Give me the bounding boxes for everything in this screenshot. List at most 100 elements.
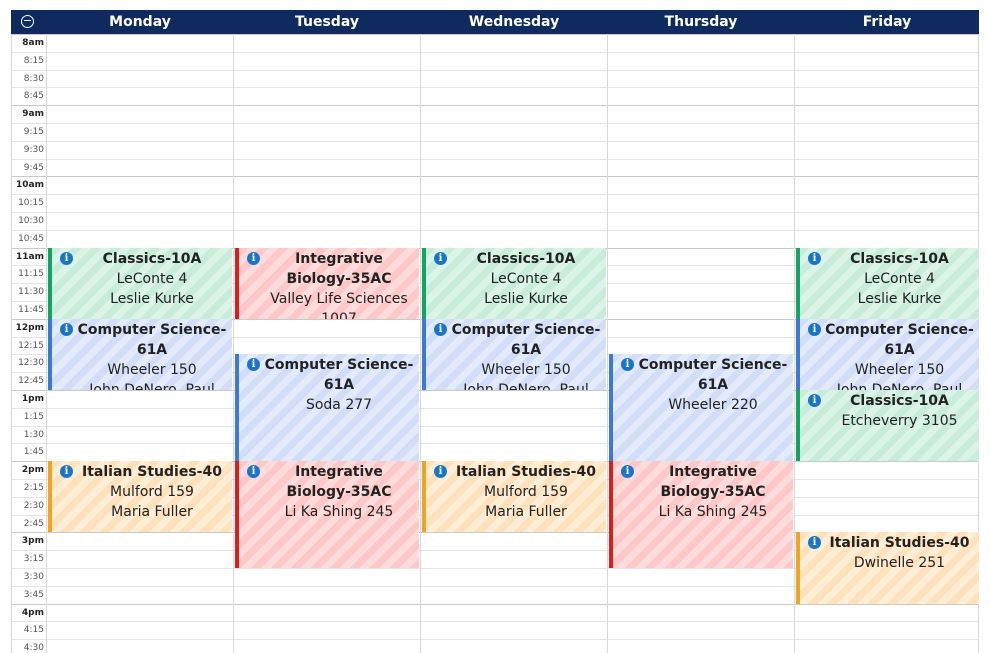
course-event[interactable]: i Computer Science-61A Soda 277 (235, 354, 419, 462)
time-label: 3:30 (23, 572, 44, 582)
time-slot-row[interactable]: 10:15 (11, 194, 979, 212)
course-event[interactable]: i Computer Science-61A Wheeler 150 John DeN… (796, 318, 979, 390)
event-detail: Leslie Kurke (484, 290, 568, 307)
info-icon[interactable]: i (60, 465, 73, 479)
time-label: 10:45 (18, 233, 44, 244)
time-label: 1:45 (23, 447, 44, 458)
day-header-friday: Friday (862, 14, 912, 30)
info-icon[interactable]: i (808, 394, 821, 407)
event-detail: Mulford 159 (484, 484, 568, 501)
time-label: 12:30 (18, 358, 44, 369)
grid-left-border (11, 34, 12, 653)
info-icon[interactable]: i (247, 251, 260, 265)
info-icon[interactable]: i (621, 465, 634, 479)
time-slot-row[interactable]: 10am (11, 176, 979, 194)
time-label: 8:45 (23, 91, 44, 102)
event-title: Computer Science-61A (451, 321, 601, 358)
course-event[interactable]: i Computer Science-61A Wheeler 150 John DeN… (48, 318, 232, 390)
time-label: 1:30 (23, 429, 44, 440)
event-title: Italian Studies-40 (82, 464, 222, 481)
time-slot-row[interactable]: 9:30 (11, 140, 979, 159)
column-divider (233, 34, 234, 653)
time-slot-row[interactable]: 10:30 (11, 212, 979, 230)
time-label: 2:30 (23, 500, 44, 511)
time-label: 11:30 (18, 287, 44, 298)
event-title: Italian Studies-40 (829, 535, 970, 552)
time-label: 2pm (21, 465, 44, 476)
time-slot-row[interactable]: 8:15 (11, 51, 979, 70)
time-label: 8am (22, 38, 44, 48)
course-event[interactable]: i Integrative Biology-35AC Li Ka Shing 245 (609, 461, 793, 568)
course-event[interactable]: i Computer Science-61A Wheeler 150 John DeN… (422, 318, 606, 390)
event-detail: Li Ka Shing 245 (284, 504, 394, 521)
info-icon[interactable]: i (434, 322, 447, 336)
course-event[interactable]: i Italian Studies-40 Mulford 159 Maria Full… (422, 461, 606, 533)
time-label: 4:30 (23, 643, 44, 653)
event-detail: Wheeler 150 (481, 361, 571, 378)
event-detail: Maria Fuller (111, 504, 193, 521)
course-event[interactable]: i Classics-10A Etcheverry 3105 (796, 390, 979, 462)
time-label: 10:30 (18, 216, 44, 226)
day-header-tuesday: Tuesday (295, 14, 359, 30)
time-label: 10am (16, 180, 44, 191)
column-divider (794, 34, 795, 653)
time-label: 12pm (15, 322, 44, 333)
time-label: 3:45 (23, 589, 44, 600)
event-detail: Mulford 159 (110, 484, 194, 501)
event-detail: Wheeler 220 (668, 397, 758, 414)
course-event[interactable]: i Classics-10A LeConte 4 Leslie Kurke (796, 247, 979, 319)
course-event[interactable]: i Integrative Biology-35AC Valley Life Sci… (235, 247, 419, 319)
event-detail: Dwinelle 251 (853, 555, 946, 572)
info-icon[interactable]: i (808, 322, 821, 336)
time-label: 9:45 (23, 162, 44, 173)
time-label: 4pm (21, 607, 44, 618)
time-label: 1pm (21, 394, 44, 404)
info-icon[interactable]: i (60, 322, 73, 336)
time-label: 3pm (21, 536, 44, 547)
event-title: Integrative Biology-35AC (286, 250, 392, 287)
course-event[interactable]: i Integrative Biology-35AC Li Ka Shing 245 (235, 461, 419, 568)
event-detail: LeConte 4 (864, 270, 935, 287)
info-icon[interactable]: i (247, 358, 260, 372)
info-icon[interactable]: i (621, 358, 634, 372)
time-slot-row[interactable]: 4:15 (11, 621, 979, 639)
info-icon[interactable]: i (434, 465, 447, 479)
event-title: Integrative Biology-35AC (286, 464, 392, 501)
time-slot-row[interactable]: 8:30 (11, 69, 979, 88)
course-event[interactable]: i Classics-10A LeConte 4 Leslie Kurke (48, 247, 232, 319)
course-event[interactable]: i Italian Studies-40 Mulford 159 Maria Full… (48, 461, 232, 533)
time-slot-row[interactable]: 4:30 (11, 639, 979, 653)
event-title: Classics-10A (476, 250, 576, 267)
time-label: 9:15 (23, 127, 44, 137)
event-detail: John DeNero, Paul Hilfinger (89, 381, 215, 390)
minus-circle-icon[interactable]: − (21, 15, 34, 28)
event-detail: John DeNero, Paul Hilfinger (836, 381, 963, 390)
time-slot-row[interactable]: 9:45 (11, 158, 979, 177)
event-title: Classics-10A (102, 250, 202, 267)
time-label: 2:15 (23, 483, 44, 493)
info-icon[interactable]: i (60, 251, 73, 265)
day-header-wednesday: Wednesday (468, 14, 560, 30)
info-icon[interactable]: i (434, 251, 447, 265)
time-slot-row[interactable]: 9am (11, 105, 979, 123)
event-detail: LeConte 4 (116, 270, 188, 287)
course-event[interactable]: i Classics-10A LeConte 4 Leslie Kurke (422, 247, 606, 319)
course-event[interactable]: i Computer Science-61A Wheeler 220 (609, 354, 793, 462)
day-header-thursday: Thursday (664, 14, 738, 30)
event-detail: Soda 277 (305, 397, 373, 414)
time-slot-row[interactable]: 8:45 (11, 87, 979, 105)
time-slot-row[interactable]: 4pm (11, 603, 979, 622)
course-event[interactable]: i Italian Studies-40 Dwinelle 251 (796, 532, 979, 604)
time-slot-row[interactable]: 10:45 (11, 229, 979, 248)
time-label: 11am (16, 251, 44, 262)
info-icon[interactable]: i (247, 465, 260, 479)
column-divider (46, 34, 47, 653)
time-slot-row[interactable]: 9:15 (11, 123, 979, 141)
info-icon[interactable]: i (808, 536, 821, 550)
time-slot-row[interactable]: 8am (11, 34, 979, 52)
time-label: 4:15 (23, 625, 44, 636)
info-icon[interactable]: i (808, 251, 821, 265)
event-detail: LeConte 4 (490, 270, 562, 287)
time-label: 9am (22, 109, 44, 120)
event-title: Classics-10A (850, 250, 949, 267)
